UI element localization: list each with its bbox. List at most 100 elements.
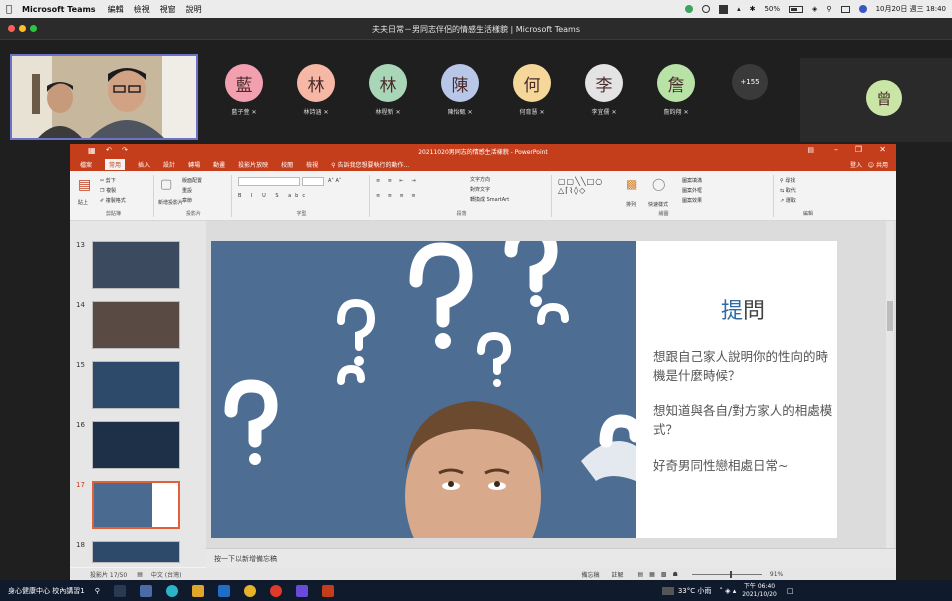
restore-icon[interactable]: ❐	[855, 145, 862, 154]
select-button[interactable]: ↗ 選取	[780, 197, 796, 204]
menu-app-name[interactable]: Microsoft Teams	[22, 5, 96, 14]
menu-datetime[interactable]: 10月20日 週三 18:40	[876, 4, 946, 14]
volume-icon[interactable]: ▴	[737, 5, 741, 13]
participant-tile[interactable]: 詹 詹鈞翔 ✕	[646, 64, 706, 116]
battery-icon[interactable]	[789, 5, 804, 13]
participant-tile[interactable]: 林 林詩涵 ✕	[286, 64, 346, 116]
participant-tile[interactable]: 李 李宜儒 ✕	[574, 64, 634, 116]
weather-icon[interactable]	[661, 586, 674, 595]
wifi-icon[interactable]: ◈	[812, 5, 817, 13]
search-icon[interactable]: ⚲	[826, 5, 831, 13]
record-icon[interactable]	[702, 5, 711, 13]
task-view-icon[interactable]	[113, 584, 126, 597]
tab-review[interactable]: 校閱	[281, 160, 293, 169]
news-icon[interactable]	[139, 584, 152, 597]
tab-slideshow[interactable]: 投影片放映	[238, 160, 268, 169]
slide-thumbnails-pane[interactable]: 13 14 15 16 17 18	[70, 221, 206, 567]
tell-me-search[interactable]: ⚲ 告訴我您想要執行的動作...	[331, 160, 409, 169]
slide-thumbnail[interactable]	[92, 541, 180, 563]
bluetooth-icon[interactable]: ✱	[750, 5, 756, 13]
participant-tile[interactable]: 林 林程新 ✕	[358, 64, 418, 116]
signin-link[interactable]: 登入	[850, 160, 862, 169]
font-style-buttons[interactable]: B I U S abc	[238, 193, 309, 199]
slide-text-panel[interactable]: 提問 想跟自己家人說明你的性向的時機是什麼時候？ 想知道與各自/對方家人的相處模…	[649, 241, 837, 538]
search-icon[interactable]: ⚲	[95, 587, 100, 595]
powerpoint-taskbar-icon[interactable]	[321, 584, 334, 597]
weather-text[interactable]: 33°C 小雨	[678, 586, 712, 596]
tab-insert[interactable]: 插入	[138, 160, 150, 169]
menu-help[interactable]: 說明	[186, 4, 202, 15]
participant-tile[interactable]: 何 何育慧 ✕	[502, 64, 562, 116]
apple-icon[interactable]: 	[6, 4, 12, 15]
notification-icon[interactable]: □	[787, 587, 794, 595]
quick-styles-button[interactable]: 快速樣式	[648, 201, 668, 208]
shape-fill-button[interactable]: 圖案填滿	[682, 177, 702, 184]
reset-button[interactable]: 重設	[182, 187, 192, 194]
copy-button[interactable]: ❐ 複製	[100, 187, 116, 194]
paste-button[interactable]: 貼上	[78, 199, 88, 206]
slide-question[interactable]: 好奇男同性戀相處日常~	[653, 456, 833, 475]
align-buttons[interactable]: ≡ ≡ ≡ ≡	[376, 193, 419, 199]
chrome-icon[interactable]	[243, 584, 256, 597]
zoom-slider[interactable]	[691, 570, 762, 578]
siri-icon[interactable]	[858, 5, 867, 13]
more-participants-tile[interactable]: +155	[720, 64, 780, 100]
section-button[interactable]: 章節	[182, 197, 192, 204]
arrange-button[interactable]: 排列	[626, 201, 636, 208]
ie-icon[interactable]	[217, 584, 230, 597]
minimize-icon[interactable]: –	[834, 145, 838, 154]
editor-scrollbar[interactable]	[886, 221, 894, 548]
participant-tile[interactable]: 藍 藍子萱 ✕	[214, 64, 274, 116]
control-center-icon[interactable]	[840, 5, 850, 13]
slide-thumbnail-selected[interactable]	[92, 481, 180, 529]
spellcheck-icon[interactable]: ▤	[137, 571, 143, 578]
font-name-input[interactable]	[238, 177, 300, 186]
slide-editor[interactable]: 提問 想跟自己家人說明你的性向的時機是什麼時候？ 想知道與各自/對方家人的相處模…	[206, 221, 896, 548]
new-slide-button[interactable]: 新增投影片	[158, 199, 183, 206]
find-button[interactable]: ⚲ 尋找	[780, 177, 795, 184]
slide-title[interactable]: 提問	[649, 293, 837, 325]
replace-button[interactable]: ⇆ 取代	[780, 187, 796, 194]
pinned-participant-tile[interactable]: 曾	[800, 58, 952, 142]
tray-icons[interactable]: ˄ ◈ ▴	[719, 587, 736, 595]
notes-pane[interactable]: 按一下以新增備忘稿	[206, 548, 896, 568]
new-slide-icon[interactable]: ▢	[160, 177, 172, 192]
tab-animations[interactable]: 動畫	[213, 160, 225, 169]
teams-status-icon[interactable]	[685, 5, 694, 13]
text-direction-button[interactable]: 文字方向	[470, 176, 490, 183]
tab-view[interactable]: 檢視	[306, 160, 318, 169]
shape-outline-button[interactable]: 圖案外框	[682, 187, 702, 194]
font-grow-icon[interactable]: A˄ A˅	[328, 178, 341, 184]
store-icon[interactable]	[191, 584, 204, 597]
format-painter-button[interactable]: ✐ 複製格式	[100, 197, 126, 204]
speaker-video[interactable]	[10, 54, 198, 140]
participant-tile[interactable]: 陳 陳怡甄 ✕	[430, 64, 490, 116]
layout-button[interactable]: 版面配置	[182, 177, 202, 184]
menu-view[interactable]: 檢視	[134, 4, 150, 15]
zoom-level[interactable]: 91%	[770, 571, 783, 578]
clock[interactable]: 下午 06:40 2021/10/20	[742, 583, 777, 599]
teams-taskbar-icon[interactable]	[295, 584, 308, 597]
tab-design[interactable]: 設計	[163, 160, 175, 169]
tab-file[interactable]: 檔案	[80, 160, 92, 169]
slide-thumbnail[interactable]	[92, 241, 180, 289]
cut-button[interactable]: ✂ 剪下	[100, 177, 116, 184]
comments-toggle-button[interactable]: 註解	[611, 570, 623, 579]
tab-transitions[interactable]: 轉場	[188, 160, 200, 169]
ribbon-display-icon[interactable]: ▤	[807, 146, 814, 154]
menu-window[interactable]: 視窗	[160, 4, 176, 15]
slide-question[interactable]: 想知道與各自/對方家人的相處模式？	[653, 401, 833, 439]
notes-toggle-button[interactable]: 備忘稿	[581, 570, 599, 579]
align-text-button[interactable]: 對齊文字	[470, 186, 490, 193]
view-buttons[interactable]: ▤▦▩☗	[638, 571, 684, 578]
menu-edit[interactable]: 編輯	[108, 4, 124, 15]
language-indicator[interactable]: 中文 (台灣)	[151, 570, 182, 579]
slide-thumbnail[interactable]	[92, 421, 180, 469]
acrobat-icon[interactable]	[269, 584, 282, 597]
share-button[interactable]: ☺ 共用	[868, 160, 888, 169]
smartart-button[interactable]: 轉換成 SmartArt	[470, 196, 509, 203]
tab-home[interactable]: 常用	[105, 159, 126, 170]
close-icon[interactable]: ✕	[879, 145, 886, 154]
slide-question[interactable]: 想跟自己家人說明你的性向的時機是什麼時候？	[653, 347, 833, 385]
shape-effects-button[interactable]: 圖案效果	[682, 197, 702, 204]
